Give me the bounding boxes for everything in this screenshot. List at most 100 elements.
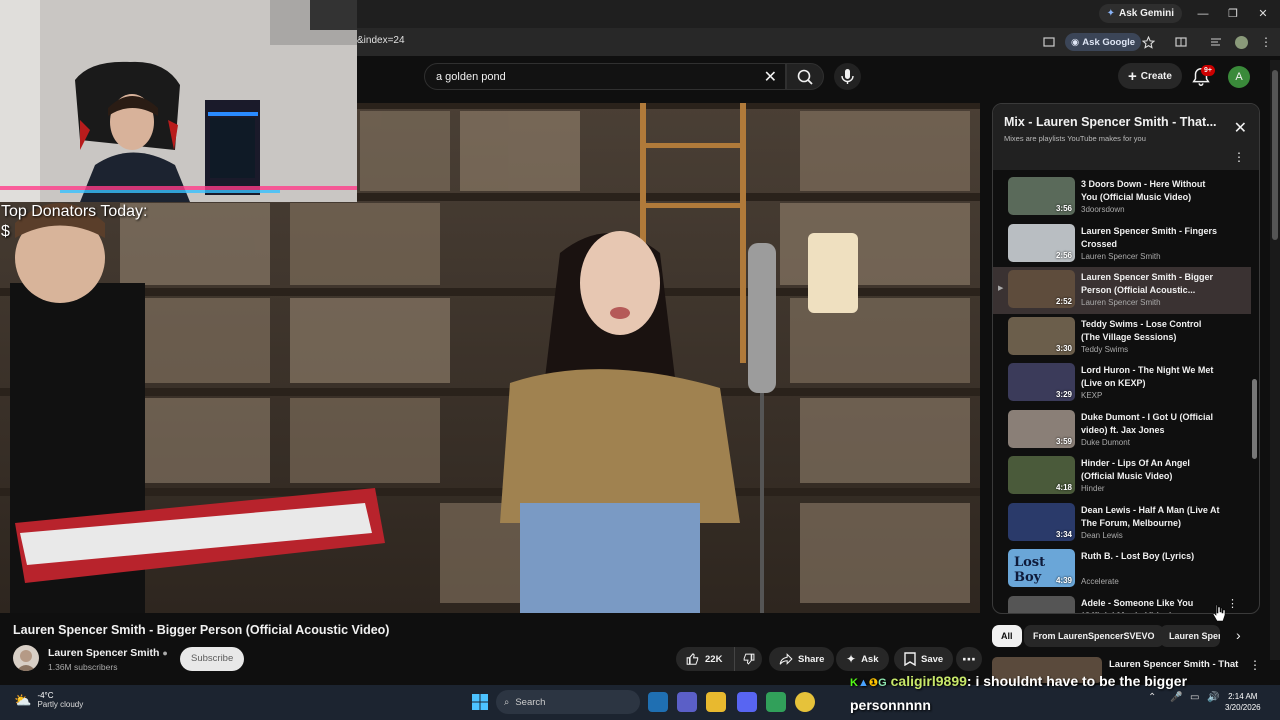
discord-icon[interactable]: [737, 692, 757, 712]
playlist-item[interactable]: Lost Boy 4:39 Ruth B. - Lost Boy (Lyrics) A…: [993, 546, 1251, 593]
playlist-item[interactable]: ▶ 2:52 Lauren Spencer Smith - Bigger Perso…: [993, 267, 1251, 314]
ask-button[interactable]: ✦ Ask: [836, 647, 889, 671]
playlist-item-thumbnail: 2:52: [1008, 270, 1075, 308]
playlist-item-channel: Hinder: [1081, 484, 1105, 493]
thumbs-down-icon: [743, 653, 755, 665]
chip-lauren-spencer[interactable]: Lauren Spenc: [1160, 625, 1220, 647]
playlist-item-channel: Duke Dumont: [1081, 437, 1130, 447]
playlist-item-thumbnail: [1008, 595, 1075, 613]
mix-playlist-panel: Mix - Lauren Spencer Smith - That... Mix…: [992, 103, 1260, 614]
playlist-item[interactable]: 3:56 3 Doors Down - Here Without You (Off…: [993, 174, 1251, 221]
clear-search-icon[interactable]: ✕: [764, 67, 777, 87]
minimize-icon[interactable]: —: [1192, 5, 1214, 23]
ask-google-label: Ask Google: [1082, 36, 1136, 48]
next-recommendation-title[interactable]: Lauren Spencer Smith - That: [1109, 659, 1238, 670]
install-app-icon[interactable]: [1041, 34, 1057, 50]
windows-start-icon[interactable]: [470, 692, 490, 712]
playlist-item-title: Ruth B. - Lost Boy (Lyrics): [1081, 551, 1195, 561]
playlist-items: 3:56 3 Doors Down - Here Without You (Off…: [993, 174, 1251, 614]
playlist-item-duration: 3:30: [1055, 343, 1072, 353]
restore-icon[interactable]: ❐: [1222, 5, 1244, 23]
playlist-item-title: Lauren Spencer Smith - Bigger Person (Of…: [1081, 272, 1214, 295]
chips-next-chevron-icon[interactable]: ›: [1236, 627, 1241, 643]
create-label: Create: [1140, 70, 1172, 82]
channel-avatar[interactable]: [13, 645, 39, 671]
playlist-item-channel: Lauren Spencer Smith: [1081, 298, 1161, 307]
file-explorer-icon[interactable]: [706, 692, 726, 712]
playlist-item-more-icon[interactable]: ⋮: [1227, 597, 1238, 610]
profile-icon[interactable]: [1233, 34, 1249, 50]
playlist-item-duration: 3:29: [1055, 390, 1072, 399]
bookmark-star-icon[interactable]: [1140, 34, 1156, 50]
menu-kebab-icon[interactable]: ⋮: [1258, 34, 1274, 50]
streamer-webcam: [0, 0, 357, 202]
channel-name-text: Lauren Spencer Smith: [48, 647, 160, 659]
playlist-item[interactable]: 3:29 Lord Huron - The Night We Met (Live …: [993, 360, 1251, 407]
dislike-button[interactable]: [734, 647, 762, 671]
edge-browser-icon[interactable]: [648, 692, 668, 712]
save-button[interactable]: Save: [894, 647, 954, 671]
search-input[interactable]: a golden pond ✕: [424, 63, 786, 90]
voice-search-button[interactable]: [834, 63, 861, 90]
thumbs-up-icon: [686, 652, 699, 665]
playlist-item[interactable]: 3:59 Duke Dumont - I Got U (Official vide…: [993, 407, 1251, 454]
like-count: 22K: [705, 653, 723, 665]
playlist-item[interactable]: 3:30 Teddy Swims - Lose Control (The Vill…: [993, 314, 1251, 361]
app-icon[interactable]: [766, 692, 786, 712]
playlist-more-icon[interactable]: ⋮: [1233, 150, 1245, 164]
playlist-header: Mix - Lauren Spencer Smith - That... Mix…: [993, 104, 1259, 170]
playlist-item[interactable]: 3:34 Dean Lewis - Half A Man (Live At The…: [993, 500, 1251, 547]
subscribe-button[interactable]: Subscribe: [180, 647, 245, 671]
chip-from-channel[interactable]: From LaurenSpencerSVEVO: [1024, 625, 1164, 647]
playlist-item-thumbnail: 3:30: [1008, 316, 1075, 355]
page-scrollbar[interactable]: [1270, 60, 1280, 660]
search-input-value: a golden pond: [436, 71, 506, 83]
chrome-icon[interactable]: [795, 692, 815, 712]
like-button[interactable]: 22K: [676, 647, 734, 671]
playlist-item-thumbnail: 2:56: [1008, 223, 1075, 262]
create-button[interactable]: + Create: [1118, 63, 1182, 89]
more-horizontal-icon: ⋯: [962, 650, 976, 667]
playlist-item[interactable]: 2:56 Lauren Spencer Smith - Fingers Cross…: [993, 221, 1251, 268]
playlist-item-channel: 3doorsdown: [1081, 205, 1125, 214]
playlist-item-channel: Accelerate: [1081, 577, 1119, 586]
mouse-cursor-icon: [1212, 604, 1226, 622]
now-playing-icon: ▶: [998, 285, 1004, 292]
close-window-icon[interactable]: ✕: [1252, 5, 1274, 23]
teams-icon[interactable]: [677, 692, 697, 712]
playlist-item-duration: 4:39: [1055, 576, 1072, 585]
share-icon: [779, 653, 793, 665]
chip-all[interactable]: All: [992, 625, 1022, 647]
notification-count-badge: 9+: [1201, 65, 1215, 76]
account-avatar[interactable]: A: [1228, 66, 1250, 88]
close-playlist-icon[interactable]: ✕: [1234, 118, 1247, 138]
playlist-title[interactable]: Mix - Lauren Spencer Smith - That...: [1004, 115, 1219, 129]
search-button[interactable]: [786, 63, 824, 90]
playlist-item-channel: KEXP: [1081, 391, 1103, 400]
playlist-item-duration: 2:52: [1055, 297, 1072, 306]
taskbar-search-icon: ⌕: [504, 696, 510, 708]
plus-icon: +: [1128, 67, 1137, 85]
channel-name[interactable]: Lauren Spencer Smith ●: [48, 647, 168, 659]
playlist-item-title: Adele - Someone Like You (Official Music…: [1081, 597, 1194, 614]
video-title: Lauren Spencer Smith - Bigger Person (Of…: [13, 623, 390, 637]
playlist-item-channel: Lauren Spencer Smith: [1081, 251, 1161, 261]
weather-widget[interactable]: ⛅ -4°C Partly cloudy: [14, 691, 83, 709]
ask-gemini-button[interactable]: ✦ Ask Gemini: [1098, 4, 1182, 23]
playlist-item-duration: 3:34: [1055, 529, 1072, 539]
share-button[interactable]: Share: [769, 647, 835, 671]
stream-chat-overlay: K▲❶G caligirl9899: i shouldnt have to be…: [850, 670, 1270, 716]
playlist-item[interactable]: 4:18 Hinder - Lips Of An Angel (Official …: [993, 453, 1251, 500]
more-actions-button[interactable]: ⋯: [956, 647, 982, 671]
taskbar-search[interactable]: ⌕ Search: [496, 690, 640, 714]
url-text[interactable]: &index=24: [357, 35, 405, 46]
ask-google-button[interactable]: ◉ Ask Google: [1065, 33, 1142, 51]
tab-search-icon[interactable]: [1208, 34, 1224, 50]
weather-temp: -4°C: [37, 691, 54, 700]
playlist-item-title: Lauren Spencer Smith - Fingers Crossed: [1081, 225, 1218, 249]
reading-mode-icon[interactable]: [1173, 34, 1189, 50]
playlist-item-thumbnail: 3:34: [1008, 502, 1075, 541]
playlist-scrollbar[interactable]: [1252, 174, 1257, 612]
save-label: Save: [921, 653, 944, 665]
verified-check-icon: ●: [162, 648, 168, 658]
